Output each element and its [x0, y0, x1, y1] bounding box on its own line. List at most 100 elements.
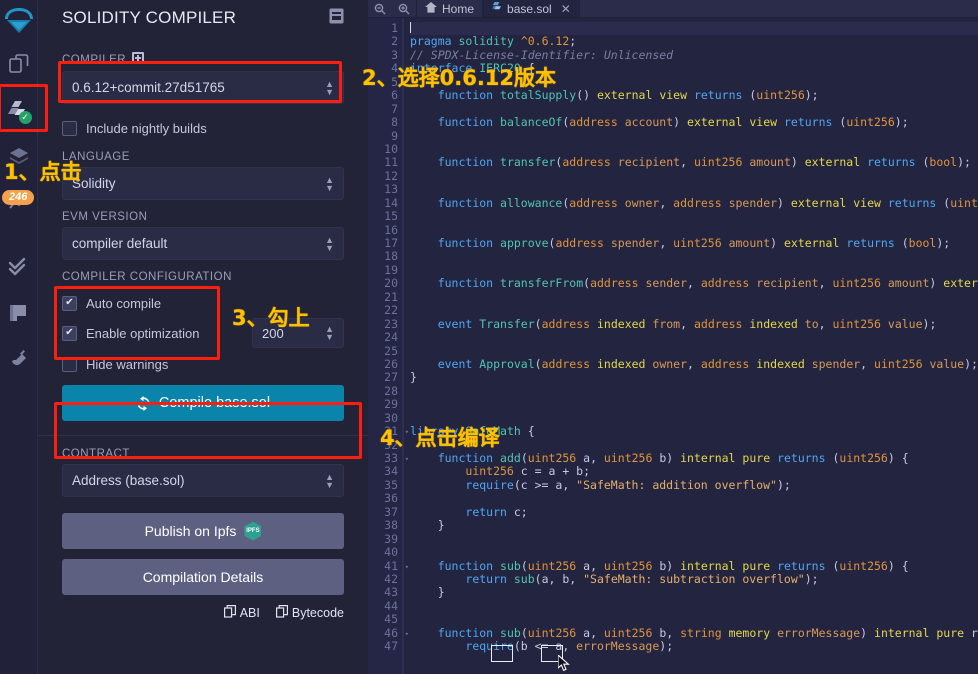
optimization-runs-input[interactable]: 200 ▲ ▼ [252, 318, 344, 348]
auto-compile-checkbox[interactable] [62, 295, 77, 311]
compilation-details-button[interactable]: Compilation Details [62, 559, 344, 595]
auto-compile-label: Auto compile [86, 295, 162, 311]
code-line: pragma solidity ^0.6.12; [410, 34, 577, 49]
line-number: 37 [384, 504, 398, 519]
panel-divider [38, 435, 368, 436]
remix-logo-icon[interactable] [0, 2, 38, 42]
unit-testing-icon[interactable] [0, 244, 38, 290]
file-explorers-icon[interactable] [0, 42, 38, 88]
deploy-run-icon[interactable] [0, 134, 38, 180]
remix-ide-window: ✓ 246 SOLIDITY COMPILER COMPILER 0.6.12+… [0, 0, 978, 674]
line-number: 36 [384, 491, 398, 506]
copy-icon [223, 605, 236, 621]
code-line: // SPDX-License-Identifier: Unlicensed [410, 47, 674, 62]
editor-tab-base-sol[interactable]: base.sol ✕ [483, 0, 580, 17]
evm-version-select[interactable]: compiler default ▲ ▼ [62, 227, 344, 260]
fold-arrow-icon[interactable]: ▾ [405, 426, 409, 439]
compiler-label-text: COMPILER [62, 53, 127, 66]
refresh-icon [136, 395, 151, 411]
enable-optimization-row[interactable]: Enable optimization [62, 320, 199, 346]
publish-on-ipfs-label: Publish on Ipfs [144, 523, 237, 539]
line-number: 34 [384, 464, 398, 479]
language-select[interactable]: Solidity ▲ ▼ [62, 167, 344, 200]
line-number: 40 [384, 545, 398, 560]
line-number: 14 [384, 195, 398, 210]
line-number: 12 [384, 168, 398, 183]
code-line: return sub(a, b, "SafeMath: subtraction … [465, 571, 819, 586]
compiler-configuration-label: COMPILER CONFIGURATION [62, 271, 232, 283]
code-line: function approve(address spender, uint25… [437, 236, 951, 250]
line-number: 24 [384, 330, 398, 345]
fold-arrow-icon[interactable]: ▾ [405, 628, 409, 641]
compiler-success-check-icon: ✓ [18, 111, 32, 124]
auto-compile-row[interactable]: Auto compile [62, 289, 344, 317]
compiler-info-icon[interactable] [132, 52, 145, 67]
line-number: 13 [384, 182, 398, 197]
editor-tab-home[interactable]: Home [416, 0, 484, 17]
line-number: 10 [384, 141, 398, 156]
hide-warnings-label: Hide warnings [86, 356, 169, 372]
hide-warnings-row[interactable]: Hide warnings [62, 349, 344, 379]
fold-arrow-icon[interactable]: ▾ [405, 453, 409, 466]
close-icon[interactable]: ✕ [561, 2, 571, 16]
contract-select[interactable]: Address (base.sol) ▲ ▼ [62, 464, 344, 497]
include-nightly-builds-row[interactable]: Include nightly builds [62, 115, 344, 141]
code-area[interactable]: 1 2 3 4 ▾ 5 6 7 8 9 10 11 12 13 14 15 16 17 18 19 20 21 22 23 24… [368, 18, 978, 674]
zoom-out-icon[interactable] [368, 3, 392, 15]
copy-actions-row: ABI Bytecode [62, 605, 344, 621]
copy-bytecode-label: Bytecode [291, 606, 344, 620]
line-number: 26 [384, 356, 398, 371]
line-number: 42 [384, 571, 398, 586]
panel-header: SOLIDITY COMPILER [62, 0, 344, 30]
line-number: 8 [391, 115, 398, 130]
code-line: function balanceOf(address account) exte… [437, 115, 909, 130]
line-number: 29 [384, 397, 398, 412]
line-number: 35 [384, 477, 398, 492]
line-number: 31 ▾ [384, 424, 409, 439]
solidity-compiler-panel: SOLIDITY COMPILER COMPILER 0.6.12+commit… [38, 0, 368, 674]
compiler-version-select[interactable]: 0.6.12+commit.27d51765 ▲ ▼ [62, 71, 344, 104]
compile-button-label: Compile base.sol [158, 395, 271, 411]
line-number: 25 [384, 343, 398, 358]
solidity-file-icon [492, 1, 502, 16]
copy-abi-button[interactable]: ABI [223, 605, 260, 621]
line-number: 16 [384, 222, 398, 237]
enable-optimization-checkbox[interactable] [62, 325, 77, 341]
code-content[interactable]: pragma solidity ^0.6.12;// SPDX-License-… [402, 18, 978, 674]
home-icon [425, 1, 437, 16]
line-number: 43 [384, 585, 398, 600]
copy-bytecode-button[interactable]: Bytecode [275, 605, 344, 621]
line-number: 17 [384, 236, 398, 250]
line-number: 32 [384, 437, 398, 452]
hide-warnings-checkbox[interactable] [62, 356, 77, 372]
line-number: 41 ▾ [384, 558, 409, 573]
debugger-icon[interactable] [0, 290, 38, 336]
evm-version-value: compiler default [72, 236, 168, 251]
chevron-updown-icon: ▲ ▼ [325, 174, 334, 193]
line-number: 21 [384, 289, 398, 304]
plugin-manager-icon[interactable] [0, 336, 38, 382]
compile-button[interactable]: Compile base.sol [62, 385, 344, 421]
compiler-version-value: 0.6.12+commit.27d51765 [72, 80, 225, 95]
solidity-compiler-icon[interactable]: ✓ [0, 88, 38, 134]
copy-icon [275, 605, 288, 621]
fold-arrow-icon[interactable]: ▾ [405, 561, 409, 574]
line-number: 33 ▾ [384, 451, 409, 465]
publish-on-ipfs-button[interactable]: Publish on Ipfs IPFS [62, 513, 344, 549]
include-nightly-builds-checkbox[interactable] [62, 120, 77, 136]
contract-label: CONTRACT [62, 448, 130, 460]
line-number: 11 [384, 155, 398, 170]
fold-arrow-icon[interactable]: ▾ [405, 63, 409, 76]
documentation-icon[interactable] [329, 2, 344, 29]
code-line: function sub(uint256 a, uint256 b, strin… [437, 625, 978, 640]
zoom-in-icon[interactable] [392, 3, 416, 15]
